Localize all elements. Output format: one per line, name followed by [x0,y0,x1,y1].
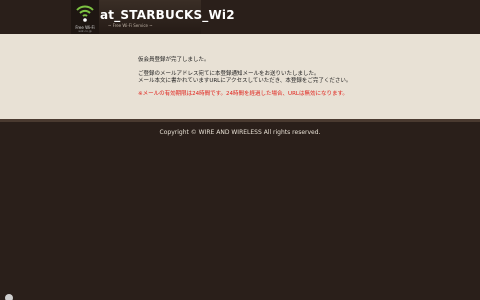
logo-domain-label: wi2.co.jp [78,29,92,33]
registration-complete-text: 仮会員登録が完了しました。 [138,57,210,63]
email-sent-text: ご登録のメールアドレス宛てに本登録通知メールをお送りいたしました。 [138,71,320,77]
footer: Copyright © WIRE AND WIRELESS All rights… [0,122,480,300]
brand-title: at_STARBUCKS_Wi2 [100,8,235,22]
copyright-text: Copyright © WIRE AND WIRELESS All rights… [159,129,321,136]
wifi-icon [76,5,94,22]
access-url-instruction-text: メール本文に書かれていますURLにアクセスしていただき、本登録をご完了ください。 [138,78,352,84]
content-panel: 仮会員登録が完了しました。 ご登録のメールアドレス宛てに本登録通知メールをお送り… [0,34,480,119]
header: Free Wi-Fi wi2.co.jp at_STARBUCKS_Wi2 ~ … [0,0,480,34]
expiry-warning-text: ※メールの有効期限は24時間です。24時間を経過した場合、URLは無効になります… [138,91,348,97]
brand-tagline: ~ Free Wi-Fi Service ~ [108,23,153,28]
corner-indicator [5,294,13,300]
logo-tile: Free Wi-Fi wi2.co.jp [71,0,99,34]
page: Free Wi-Fi wi2.co.jp at_STARBUCKS_Wi2 ~ … [0,0,480,300]
